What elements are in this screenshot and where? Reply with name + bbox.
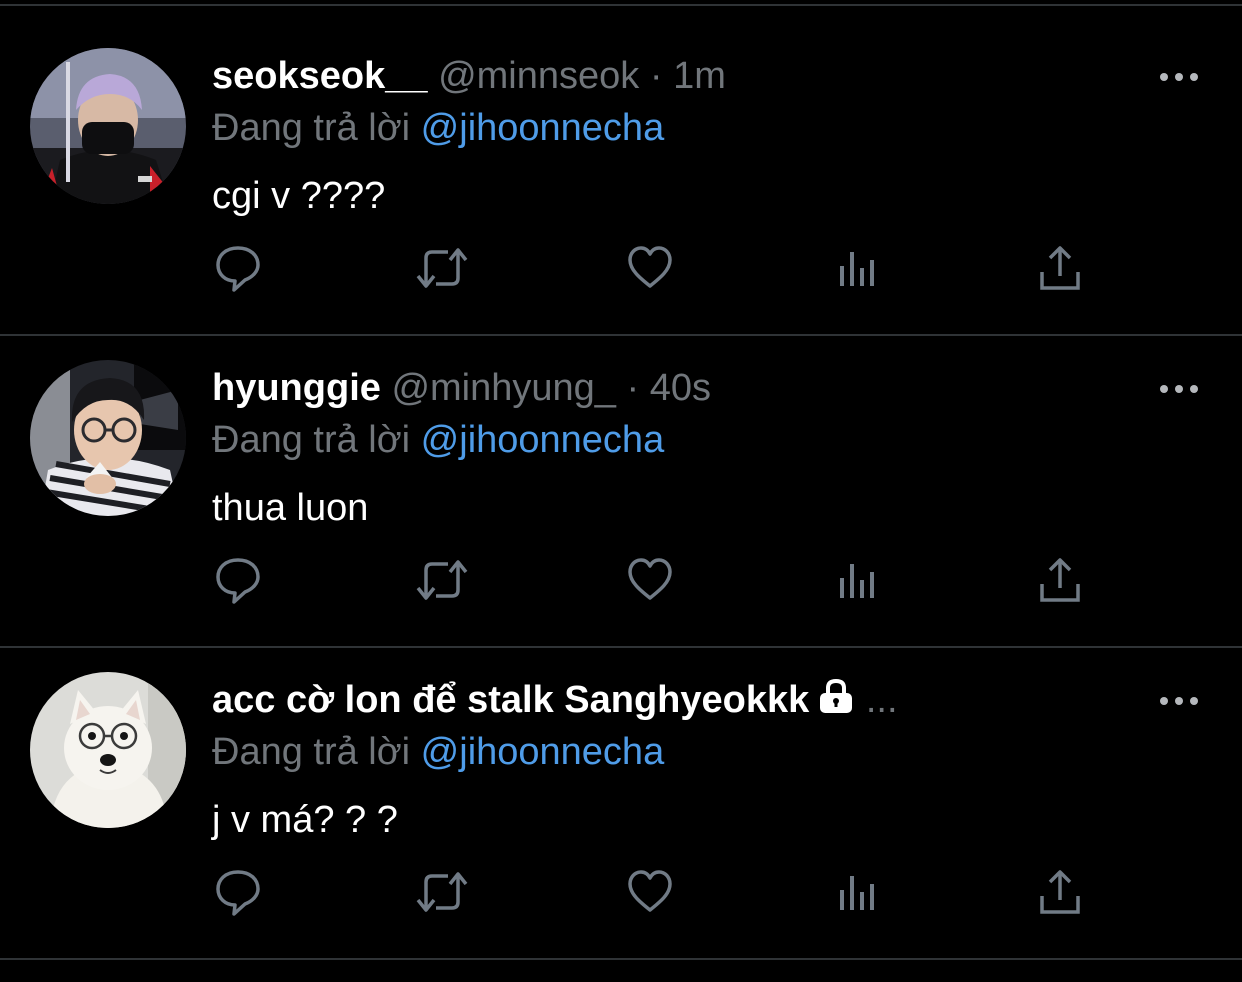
separator: ·	[649, 55, 663, 97]
like-icon[interactable]	[620, 238, 680, 298]
tweet-text: j v má? ? ?	[212, 799, 398, 841]
timestamp[interactable]: 40s	[650, 367, 711, 409]
share-icon[interactable]	[1030, 550, 1090, 610]
avatar-white-dog[interactable]	[30, 672, 186, 828]
more-icon[interactable]	[1156, 62, 1202, 92]
replying-label: Đang trả lời	[212, 107, 411, 149]
replying-to: Đang trả lời @jihoonnecha	[212, 728, 664, 776]
tweet-header: seokseok__ @minnseok · 1m	[212, 52, 1012, 100]
reply-icon[interactable]	[208, 862, 268, 922]
retweet-icon[interactable]	[412, 238, 472, 298]
reply-icon[interactable]	[208, 550, 268, 610]
display-name[interactable]: acc cờ lon để stalk Sanghyeokkk	[212, 679, 809, 721]
truncation-ellipsis: ...	[865, 679, 898, 721]
analytics-icon[interactable]	[826, 238, 886, 298]
display-name[interactable]: seokseok__	[212, 55, 428, 97]
share-icon[interactable]	[1030, 238, 1090, 298]
handle[interactable]: @minhyung_	[391, 367, 615, 409]
replying-label: Đang trả lời	[212, 731, 411, 773]
action-bar	[0, 550, 1242, 610]
timestamp[interactable]: 1m	[673, 55, 726, 97]
tweet[interactable]: seokseok__ @minnseok · 1m Đang trả lời @…	[0, 48, 1242, 358]
divider	[0, 4, 1242, 6]
avatar-masked-man[interactable]	[30, 48, 186, 204]
more-icon[interactable]	[1156, 374, 1202, 404]
retweet-icon[interactable]	[412, 550, 472, 610]
mention-link[interactable]: @jihoonnecha	[421, 731, 665, 773]
tweet-header: hyunggie @minhyung_ · 40s	[212, 364, 1012, 412]
replying-to: Đang trả lời @jihoonnecha	[212, 416, 664, 464]
lock-icon	[817, 678, 855, 724]
like-icon[interactable]	[620, 862, 680, 922]
action-bar	[0, 238, 1242, 298]
share-icon[interactable]	[1030, 862, 1090, 922]
separator: ·	[626, 367, 640, 409]
tweet[interactable]: hyunggie @minhyung_ · 40s Đang trả lời @…	[0, 360, 1242, 670]
mention-link[interactable]: @jihoonnecha	[421, 419, 665, 461]
more-icon[interactable]	[1156, 686, 1202, 716]
handle[interactable]: @minnseok	[438, 55, 639, 97]
mention-link[interactable]: @jihoonnecha	[421, 107, 665, 149]
divider	[0, 958, 1242, 960]
replying-label: Đang trả lời	[212, 419, 411, 461]
tweet-header: acc cờ lon để stalk Sanghyeokkk ...	[212, 676, 1012, 724]
divider	[0, 646, 1242, 648]
reply-feed: seokseok__ @minnseok · 1m Đang trả lời @…	[0, 0, 1242, 974]
analytics-icon[interactable]	[826, 550, 886, 610]
analytics-icon[interactable]	[826, 862, 886, 922]
avatar-man-glasses[interactable]	[30, 360, 186, 516]
replying-to: Đang trả lời @jihoonnecha	[212, 104, 664, 152]
retweet-icon[interactable]	[412, 862, 472, 922]
tweet-text: cgi v ????	[212, 175, 386, 217]
action-bar	[0, 862, 1242, 922]
display-name[interactable]: hyunggie	[212, 367, 381, 409]
like-icon[interactable]	[620, 550, 680, 610]
tweet-text: thua luon	[212, 487, 369, 529]
tweet[interactable]: acc cờ lon để stalk Sanghyeokkk ... Đang…	[0, 672, 1242, 982]
divider	[0, 334, 1242, 336]
reply-icon[interactable]	[208, 238, 268, 298]
